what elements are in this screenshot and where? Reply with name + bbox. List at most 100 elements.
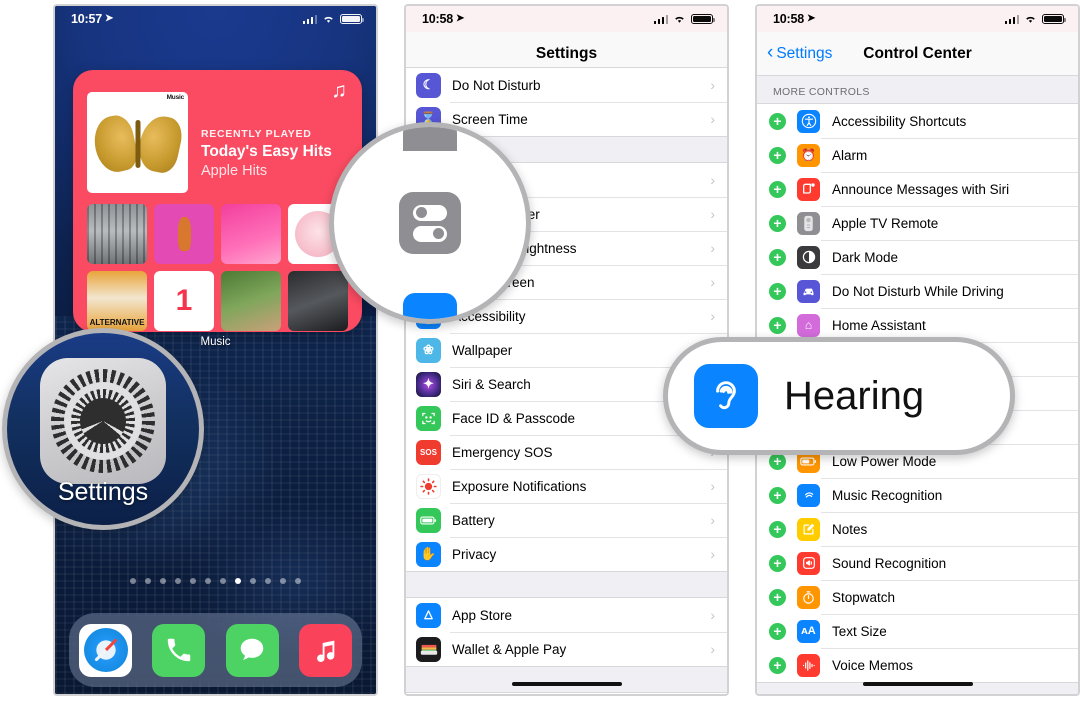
status-bar-right <box>653 13 716 25</box>
cc-row-label: Apple TV Remote <box>832 215 939 231</box>
add-icon[interactable]: + <box>769 248 786 266</box>
cc-row-label: Music Recognition <box>832 487 943 503</box>
add-icon[interactable]: + <box>769 486 786 504</box>
settings-group-3: App Store › Wallet & Apple Pay › <box>406 597 727 667</box>
dark-mode-icon <box>797 245 820 269</box>
cc-row-music-recognition[interactable]: + Music Recognition <box>757 478 1078 512</box>
mean-girls-tile[interactable] <box>221 204 281 264</box>
chevron-right-icon: › <box>710 172 715 188</box>
cc-row-label: Accessibility Shortcuts <box>832 113 967 129</box>
cc-row-label: Stopwatch <box>832 589 896 605</box>
settings-row-passwords[interactable]: ⚷ Passwords › <box>406 693 727 694</box>
navigation-bar: ‹ Settings Control Center <box>757 32 1078 76</box>
control-center-toggles-icon <box>399 192 461 254</box>
dark-photo-tile[interactable] <box>288 271 348 331</box>
add-icon[interactable]: + <box>769 622 786 640</box>
add-icon[interactable]: + <box>769 282 786 300</box>
cc-row-dark-mode[interactable]: + Dark Mode <box>757 240 1078 274</box>
music-recognition-icon <box>797 483 820 507</box>
add-icon[interactable]: + <box>769 112 786 130</box>
settings-row-battery[interactable]: Battery › <box>406 503 727 537</box>
phone-2-settings: 10:58 ➤ Settings ☾ Do Not Disturb › ⌛ Sc… <box>404 4 729 696</box>
cc-row-sound-recognition[interactable]: + Sound Recognition <box>757 546 1078 580</box>
settings-row-app-store[interactable]: App Store › <box>406 598 727 632</box>
alternative-tile[interactable]: ALTERNATIVE <box>87 271 147 331</box>
settings-row-exposure-notifications[interactable]: Exposure Notifications › <box>406 469 727 503</box>
cc-row-announce-messages-with-siri[interactable]: + Announce Messages with Siri <box>757 172 1078 206</box>
cellular-bars-icon <box>653 14 668 24</box>
wifi-icon <box>675 16 684 23</box>
add-icon[interactable]: + <box>769 656 786 674</box>
chevron-right-icon: › <box>710 607 715 623</box>
phone-icon[interactable] <box>152 623 206 677</box>
magnifier-control-center-icon <box>329 122 531 324</box>
cc-row-apple-tv-remote[interactable]: + Apple TV Remote <box>757 206 1078 240</box>
page-title: Settings <box>535 44 598 62</box>
add-icon[interactable]: + <box>769 520 786 538</box>
add-icon[interactable]: + <box>769 588 786 606</box>
cc-row-stopwatch[interactable]: + Stopwatch <box>757 580 1078 614</box>
add-icon[interactable]: + <box>769 316 786 334</box>
green-photo-tile[interactable] <box>221 271 281 331</box>
status-time: 10:57 <box>71 12 102 26</box>
home-indicator <box>511 682 622 686</box>
settings-row-privacy[interactable]: ✋ Privacy › <box>406 537 727 571</box>
magnifier-label: Hearing <box>784 373 925 418</box>
location-arrow-icon: ➤ <box>806 12 816 24</box>
add-icon[interactable]: + <box>769 146 786 164</box>
cc-row-notes[interactable]: + Notes <box>757 512 1078 546</box>
add-icon[interactable]: + <box>769 554 786 572</box>
toggle-pill-on <box>413 225 447 242</box>
page-dots[interactable] <box>55 578 376 584</box>
butterfly-artwork <box>89 112 186 176</box>
safari-icon[interactable] <box>79 623 133 677</box>
gear-outer-ring <box>51 369 155 474</box>
cc-row-alarm[interactable]: + ⏰ Alarm <box>757 138 1078 172</box>
cc-row-accessibility-shortcuts[interactable]: + Accessibility Shortcuts <box>757 104 1078 138</box>
cc-row-text-size[interactable]: + ᴀA Text Size <box>757 614 1078 648</box>
cc-row-label: Low Power Mode <box>832 453 937 469</box>
settings-row-label: Wallet & Apple Pay <box>452 641 567 657</box>
radio-one-tile[interactable]: 1 <box>154 271 214 331</box>
magnifier-hearing-row: Hearing <box>663 337 1015 455</box>
chevron-right-icon: › <box>710 77 715 93</box>
status-bar-right <box>1004 13 1067 25</box>
battery-full-icon <box>691 13 716 25</box>
cc-row-label: Announce Messages with Siri <box>832 181 1010 197</box>
magnifier-settings-app-icon: Settings <box>2 328 204 530</box>
settings-group-4: ⚷ Passwords › <box>406 692 727 694</box>
back-button[interactable]: ‹ Settings <box>767 42 833 63</box>
back-button-label: Settings <box>776 44 833 62</box>
thumbs-up-tile[interactable] <box>154 204 214 264</box>
add-icon[interactable]: + <box>769 452 786 470</box>
location-arrow-icon: ➤ <box>455 12 465 24</box>
cellular-bars-icon <box>1004 14 1019 24</box>
forest-tile[interactable] <box>87 204 147 264</box>
add-icon[interactable]: + <box>769 214 786 232</box>
settings-row-wallet-apple-pay[interactable]: Wallet & Apple Pay › <box>406 632 727 666</box>
battery-icon <box>416 507 441 533</box>
page-title: Control Center <box>863 44 972 62</box>
settings-row-do-not-disturb[interactable]: ☾ Do Not Disturb › <box>406 68 727 102</box>
cc-row-label: Dark Mode <box>832 249 899 265</box>
dock <box>69 613 362 687</box>
add-icon[interactable]: + <box>769 180 786 198</box>
widget-subtitle: Apple Hits <box>201 163 268 179</box>
radio-one-number: 1 <box>175 284 193 317</box>
voice-memos-icon <box>797 653 820 677</box>
settings-row-label: Privacy <box>452 546 497 562</box>
settings-row-label: Screen Time <box>452 111 528 127</box>
chevron-left-icon: ‹ <box>767 42 774 63</box>
messages-icon[interactable] <box>225 623 279 677</box>
alarm-icon: ⏰ <box>797 143 820 167</box>
tutorial-stage: 10:57 ➤ ♫ Music RECENTLY PLAYED Today's … <box>0 0 1080 705</box>
music-widget[interactable]: ♫ Music RECENTLY PLAYED Today's Easy Hit… <box>73 70 362 332</box>
widget-kicker: RECENTLY PLAYED <box>201 128 312 140</box>
cc-row-voice-memos[interactable]: + Voice Memos <box>757 648 1078 682</box>
cc-row-do-not-disturb-while-driving[interactable]: + Do Not Disturb While Driving <box>757 274 1078 308</box>
status-bar: 10:58 ➤ <box>757 6 1078 32</box>
status-bar-left: 10:57 ➤ <box>71 12 113 26</box>
music-icon[interactable] <box>298 623 352 677</box>
settings-row-emergency-sos[interactable]: SOS Emergency SOS › <box>406 435 727 469</box>
status-bar-left: 10:58 ➤ <box>422 12 464 26</box>
